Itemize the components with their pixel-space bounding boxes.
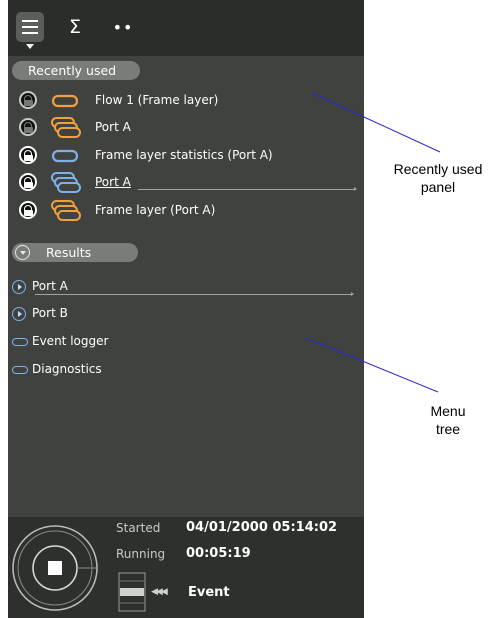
annotation-line-2: tree	[435, 421, 461, 437]
annotation-line-2: panel	[420, 179, 456, 195]
annotation-line-1: Menu	[430, 403, 466, 419]
menu-tree-callout-line	[305, 337, 439, 393]
menu-tree-annotation: Menu tree	[408, 402, 488, 438]
recently-used-callout-line	[311, 92, 441, 153]
recently-used-annotation: Recently used panel	[378, 160, 498, 196]
annotation-line-1: Recently used	[393, 161, 483, 177]
annotation-lines	[305, 92, 441, 393]
